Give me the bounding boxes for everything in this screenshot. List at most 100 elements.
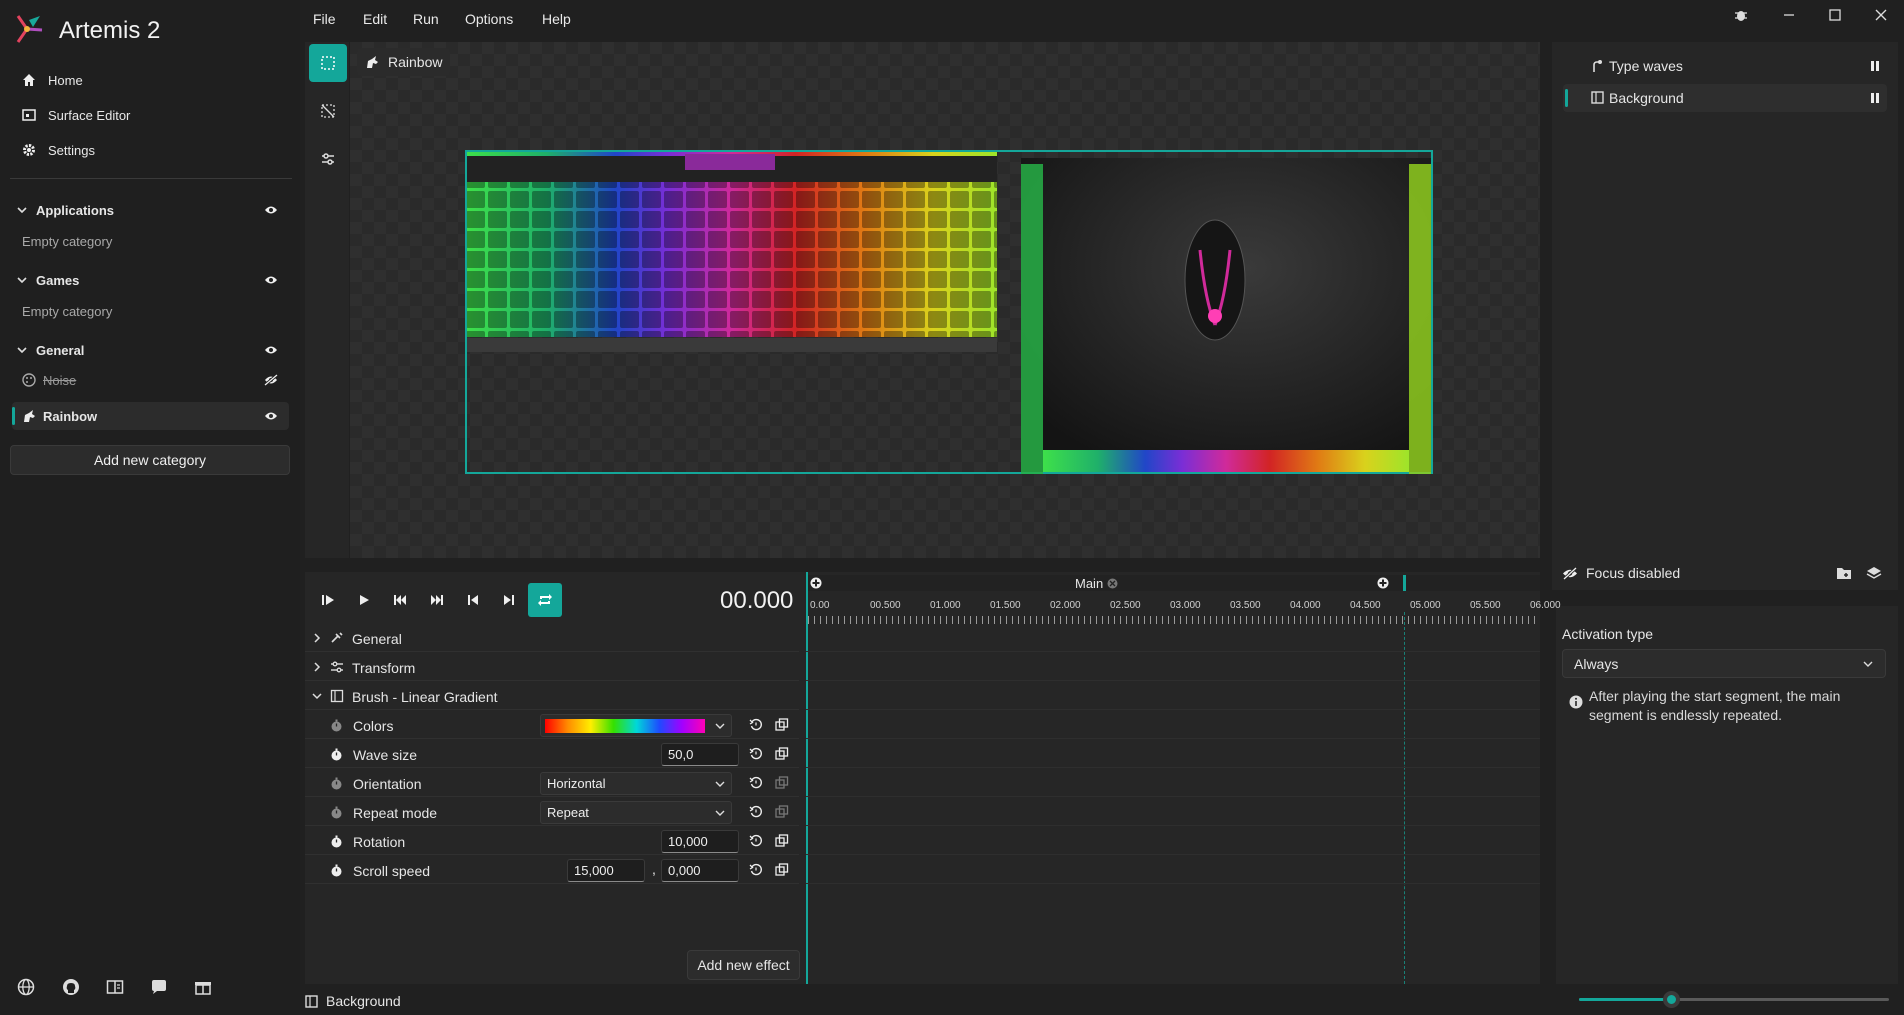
timeline-track-row[interactable] bbox=[806, 798, 1540, 826]
menu-help[interactable]: Help bbox=[542, 11, 571, 27]
next-frame-button[interactable] bbox=[492, 583, 526, 617]
property-group-brush-linear-gradient[interactable]: Brush - Linear Gradient bbox=[305, 682, 799, 710]
profile-item-rainbow[interactable]: Rainbow bbox=[12, 402, 289, 430]
add-effect-button[interactable]: Add new effect bbox=[687, 950, 800, 980]
eye-icon[interactable] bbox=[264, 344, 278, 356]
timeline-track-row[interactable] bbox=[806, 740, 1540, 768]
category-general[interactable]: General bbox=[0, 338, 290, 364]
scroll-speed-y-input[interactable]: 0,000 bbox=[661, 859, 739, 882]
category-games[interactable]: Games bbox=[0, 268, 290, 294]
keyframes-stopwatch-icon[interactable] bbox=[330, 806, 343, 819]
menu-file[interactable]: File bbox=[313, 11, 336, 27]
device-preview[interactable] bbox=[465, 150, 1433, 478]
segment-main[interactable]: Main bbox=[1075, 576, 1118, 591]
data-binding-icon[interactable] bbox=[775, 863, 789, 877]
reset-icon[interactable] bbox=[749, 718, 763, 732]
reset-icon[interactable] bbox=[749, 863, 763, 877]
category-applications[interactable]: Applications bbox=[0, 198, 290, 224]
zoom-slider-thumb[interactable] bbox=[1663, 991, 1680, 1008]
chevron-right-icon[interactable] bbox=[312, 662, 322, 672]
activation-type-select[interactable]: Always bbox=[1562, 649, 1886, 678]
add-category-button[interactable]: Add new category bbox=[10, 445, 290, 475]
add-layer-icon[interactable] bbox=[1866, 565, 1882, 581]
pause-icon[interactable] bbox=[1870, 92, 1880, 104]
property-select[interactable]: Horizontal bbox=[540, 772, 732, 795]
keyframes-stopwatch-icon[interactable] bbox=[330, 777, 343, 790]
reset-icon[interactable] bbox=[749, 776, 763, 790]
chevron-down-icon[interactable] bbox=[17, 205, 27, 215]
timeline-track-row[interactable] bbox=[806, 827, 1540, 855]
keyframes-stopwatch-icon[interactable] bbox=[330, 748, 343, 761]
debugger-bug-icon[interactable] bbox=[1733, 7, 1749, 23]
property-group-transform[interactable]: Transform bbox=[305, 653, 799, 681]
surface-canvas[interactable] bbox=[350, 42, 1540, 558]
property-group-general[interactable]: General bbox=[305, 624, 799, 652]
timeline-track-row[interactable] bbox=[806, 624, 1540, 652]
minimize-icon[interactable] bbox=[1781, 7, 1797, 23]
data-binding-icon[interactable] bbox=[775, 805, 789, 819]
layer-item-type-waves[interactable]: Type waves bbox=[1563, 52, 1887, 80]
globe-icon[interactable] bbox=[17, 978, 35, 996]
nav-surface-editor[interactable]: Surface Editor bbox=[22, 101, 130, 129]
keyframes-stopwatch-icon[interactable] bbox=[330, 719, 343, 732]
pause-icon[interactable] bbox=[1870, 60, 1880, 72]
chevron-down-icon[interactable] bbox=[312, 691, 322, 701]
play-from-start-button[interactable] bbox=[311, 583, 345, 617]
timeline-track-row[interactable] bbox=[806, 856, 1540, 884]
property-number-input[interactable]: 10,000 bbox=[661, 830, 739, 853]
transform-tool-button[interactable] bbox=[309, 140, 347, 178]
timeline-track-row[interactable] bbox=[806, 711, 1540, 739]
data-binding-icon[interactable] bbox=[775, 747, 789, 761]
nav-settings[interactable]: Settings bbox=[22, 136, 95, 164]
eye-icon[interactable] bbox=[264, 204, 278, 216]
eye-icon[interactable] bbox=[264, 410, 278, 422]
reset-icon[interactable] bbox=[749, 805, 763, 819]
nav-home[interactable]: Home bbox=[22, 66, 83, 94]
keyframes-stopwatch-icon[interactable] bbox=[330, 835, 343, 848]
reset-icon[interactable] bbox=[749, 747, 763, 761]
chevron-down-icon[interactable] bbox=[17, 275, 27, 285]
timeline-track-row[interactable] bbox=[806, 653, 1540, 681]
layer-item-background[interactable]: Background bbox=[1563, 84, 1887, 112]
reset-icon[interactable] bbox=[749, 834, 763, 848]
eye-off-icon[interactable] bbox=[264, 374, 278, 386]
go-to-end-button[interactable] bbox=[420, 583, 454, 617]
keyframes-stopwatch-icon[interactable] bbox=[330, 864, 343, 877]
maximize-icon[interactable] bbox=[1827, 7, 1843, 23]
chevron-down-icon[interactable] bbox=[17, 345, 27, 355]
menu-options[interactable]: Options bbox=[465, 11, 513, 27]
add-end-segment-icon[interactable] bbox=[1377, 577, 1389, 589]
select-tool-button[interactable] bbox=[309, 44, 347, 82]
timeline-track-row[interactable] bbox=[806, 682, 1540, 710]
repeat-toggle-button[interactable] bbox=[528, 583, 562, 617]
add-start-segment-icon[interactable] bbox=[810, 577, 822, 589]
segment-end-handle[interactable] bbox=[1403, 575, 1406, 591]
profile-item-noise[interactable]: Noise bbox=[12, 366, 289, 394]
data-binding-icon[interactable] bbox=[775, 776, 789, 790]
timeline-track-row[interactable] bbox=[806, 769, 1540, 797]
add-folder-icon[interactable] bbox=[1836, 566, 1852, 580]
previous-frame-button[interactable] bbox=[456, 583, 490, 617]
play-button[interactable] bbox=[347, 583, 381, 617]
deselect-tool-button[interactable] bbox=[309, 92, 347, 130]
colors-gradient-picker[interactable] bbox=[540, 714, 732, 737]
github-icon[interactable] bbox=[62, 978, 80, 996]
chevron-right-icon[interactable] bbox=[312, 633, 322, 643]
menu-edit[interactable]: Edit bbox=[363, 11, 387, 27]
ruler-tick-label: 05.500 bbox=[1470, 600, 1501, 611]
menu-run[interactable]: Run bbox=[413, 11, 439, 27]
property-number-input[interactable]: 50,0 bbox=[661, 743, 739, 766]
wiki-icon[interactable] bbox=[106, 978, 124, 996]
scroll-speed-x-input[interactable]: 15,000 bbox=[567, 859, 645, 882]
gift-icon[interactable] bbox=[194, 978, 212, 996]
go-to-start-button[interactable] bbox=[383, 583, 417, 617]
remove-segment-icon[interactable] bbox=[1107, 578, 1118, 589]
zoom-slider[interactable] bbox=[1579, 991, 1889, 1008]
property-select[interactable]: Repeat bbox=[540, 801, 732, 824]
chat-icon[interactable] bbox=[150, 978, 168, 996]
data-binding-icon[interactable] bbox=[775, 834, 789, 848]
data-binding-icon[interactable] bbox=[775, 718, 789, 732]
eye-icon[interactable] bbox=[264, 274, 278, 286]
focus-toggle[interactable]: Focus disabled bbox=[1562, 565, 1680, 581]
close-icon[interactable] bbox=[1873, 7, 1889, 23]
